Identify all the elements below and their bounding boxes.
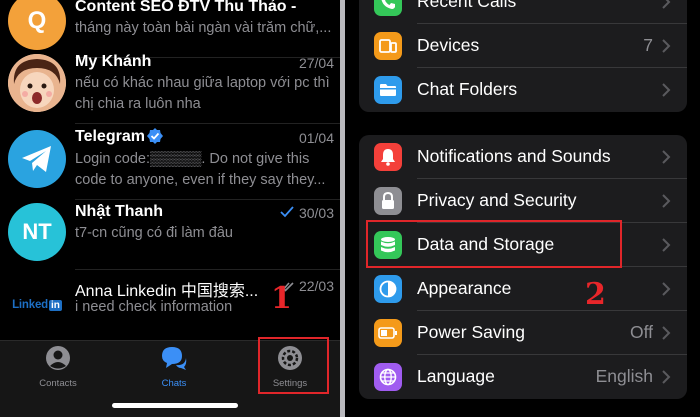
settings-label: Language [417, 366, 495, 386]
bell-icon [374, 143, 402, 171]
chevron-right-icon [662, 282, 671, 296]
person-icon [46, 346, 70, 370]
chat-date: 27/04 [298, 55, 334, 71]
settings-row-recent-calls[interactable]: Recent Calls [359, 0, 687, 24]
chevron-right-icon [662, 39, 671, 53]
appearance-icon [374, 275, 402, 303]
settings-label: Devices [417, 35, 480, 55]
settings-value: English [595, 366, 653, 386]
chat-message-line2: code to anyone, even if they say they... [75, 172, 326, 188]
chat-message-line2: chị chia ra luôn nha [75, 96, 201, 112]
step-number-1: 1 [271, 281, 292, 316]
chat-date: 22/03 [298, 278, 334, 294]
tab-label: Contacts [39, 378, 77, 389]
avatar [8, 130, 66, 188]
home-indicator [112, 403, 238, 408]
telegram-plane-icon [22, 146, 51, 172]
tab-chats[interactable]: Chats [124, 345, 224, 395]
avatar: Q [8, 0, 66, 50]
linkedin-logo: Linked in [8, 276, 66, 334]
settings-row-privacy[interactable]: Privacy and Security [359, 179, 687, 223]
chevron-right-icon [662, 150, 671, 164]
settings-screen: Recent Calls Devices 7 Chat Folders Noti… [345, 0, 700, 417]
settings-row-chat-folders[interactable]: Chat Folders [359, 68, 687, 112]
chevron-right-icon [662, 0, 671, 9]
chat-name: Telegram [75, 128, 145, 145]
settings-row-notifications[interactable]: Notifications and Sounds [359, 135, 687, 179]
settings-value: 7 [643, 35, 653, 55]
lock-icon [374, 187, 402, 215]
chat-row-nhat-thanh[interactable]: NT Nhật Thanh 30/03 t7-cn cũng có đi làm… [0, 200, 340, 270]
settings-value: Off [629, 322, 653, 342]
settings-label: Privacy and Security [417, 190, 577, 210]
chat-message: Login code:▒▒▒▒▒. Do not give this [75, 151, 310, 167]
chat-name: My Khánh [75, 53, 152, 70]
avatar: NT [8, 203, 66, 261]
chat-message: nếu có khác nhau giữa laptop với pc thì [75, 75, 330, 91]
highlight-box-data-storage [366, 220, 622, 268]
chat-date: 01/04 [298, 130, 334, 146]
step-number-2: 2 [585, 277, 606, 312]
settings-row-power-saving[interactable]: Power Saving Off [359, 311, 687, 355]
settings-label: Recent Calls [417, 0, 517, 11]
chat-date: 30/03 [298, 205, 334, 221]
chat-name: Content SEO ĐTV Thu Thảo - [75, 0, 297, 15]
settings-row-appearance[interactable]: Appearance [359, 267, 687, 311]
battery-icon [374, 319, 402, 347]
tab-contacts[interactable]: Contacts [8, 345, 108, 395]
chat-message: t7-cn cũng có đi làm đâu [75, 225, 233, 241]
verified-badge-icon [147, 128, 163, 144]
settings-row-language[interactable]: Language English [359, 355, 687, 399]
devices-icon [374, 32, 402, 60]
highlight-box-settings [258, 337, 329, 394]
chat-row-telegram[interactable]: Telegram 01/04 Login code:▒▒▒▒▒. Do not … [0, 124, 340, 200]
chat-message: i need check information [75, 299, 233, 315]
chat-message: tháng này toàn bài ngàn vài trăm chữ,... [75, 20, 332, 36]
folder-icon [374, 76, 402, 104]
chevron-right-icon [662, 326, 671, 340]
settings-label: Appearance [417, 278, 512, 298]
chat-name: Nhật Thanh [75, 203, 163, 220]
settings-row-devices[interactable]: Devices 7 [359, 24, 687, 68]
settings-label: Chat Folders [417, 79, 518, 99]
chevron-right-icon [662, 370, 671, 384]
single-check-icon [280, 206, 294, 218]
chat-row-my-khanh[interactable]: My Khánh 27/04 nếu có khác nhau giữa lap… [0, 50, 340, 124]
chevron-right-icon [662, 83, 671, 97]
tab-label: Chats [161, 378, 187, 389]
settings-label: Power Saving [417, 322, 525, 342]
chevron-right-icon [662, 238, 671, 252]
globe-icon [374, 363, 402, 391]
chevron-right-icon [662, 194, 671, 208]
phone-icon [374, 0, 402, 16]
settings-group-general: Recent Calls Devices 7 Chat Folders [359, 0, 687, 112]
chat-list-screen: Q Content SEO ĐTV Thu Thảo - tháng này t… [0, 0, 340, 417]
cartoon-avatar-icon [8, 54, 66, 112]
avatar [8, 54, 66, 112]
chat-bubbles-icon [162, 347, 187, 370]
settings-label: Notifications and Sounds [417, 146, 611, 166]
